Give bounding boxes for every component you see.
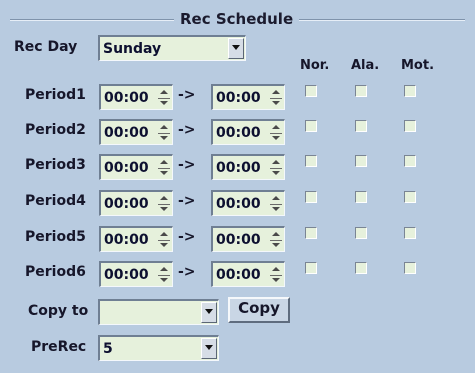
checkbox-normal[interactable]	[305, 191, 317, 203]
range-arrow: ->	[178, 122, 196, 138]
period-label: Period2	[25, 122, 86, 138]
checkbox-normal[interactable]	[305, 85, 317, 97]
spinner-icon[interactable]	[158, 159, 170, 176]
period-end-time[interactable]: 00:00	[211, 154, 285, 180]
period-end-value: 00:00	[216, 196, 261, 212]
spinner-icon[interactable]	[158, 124, 170, 141]
period-label: Period3	[25, 157, 86, 173]
rec-schedule-panel: Rec Schedule Rec Day Sunday Nor. Ala. Mo…	[0, 0, 475, 373]
period-label: Period1	[25, 87, 86, 103]
chevron-down-icon	[205, 345, 213, 350]
spinner-icon[interactable]	[270, 231, 282, 248]
prerec-value: 5	[103, 341, 113, 357]
period-end-time[interactable]: 00:00	[211, 226, 285, 252]
spinner-icon[interactable]	[270, 266, 282, 283]
period-start-time[interactable]: 00:00	[99, 226, 173, 252]
checkbox-alarm[interactable]	[355, 85, 367, 97]
period-end-value: 00:00	[216, 267, 261, 283]
period-start-time[interactable]: 00:00	[99, 190, 173, 216]
period-start-time[interactable]: 00:00	[99, 84, 173, 110]
copy-button[interactable]: Copy	[228, 297, 290, 323]
prerec-label: PreRec	[31, 339, 87, 355]
period-end-value: 00:00	[216, 232, 261, 248]
checkbox-motion[interactable]	[404, 155, 416, 167]
range-arrow: ->	[178, 157, 196, 173]
period-start-value: 00:00	[104, 196, 149, 212]
rec-day-value: Sunday	[103, 41, 162, 57]
period-end-value: 00:00	[216, 90, 261, 106]
spinner-icon[interactable]	[158, 89, 170, 106]
spinner-icon[interactable]	[158, 231, 170, 248]
checkbox-motion[interactable]	[404, 227, 416, 239]
spinner-icon[interactable]	[158, 195, 170, 212]
prerec-dropdown-button[interactable]	[201, 338, 217, 359]
range-arrow: ->	[178, 229, 196, 245]
checkbox-alarm[interactable]	[355, 155, 367, 167]
period-start-value: 00:00	[104, 232, 149, 248]
checkbox-motion[interactable]	[404, 262, 416, 274]
copy-to-dropdown-button[interactable]	[201, 302, 217, 323]
period-start-time[interactable]: 00:00	[99, 261, 173, 287]
period-label: Period4	[25, 193, 86, 209]
prerec-select[interactable]: 5	[98, 335, 219, 361]
period-end-time[interactable]: 00:00	[211, 190, 285, 216]
checkbox-motion[interactable]	[404, 120, 416, 132]
column-header-motion: Mot.	[401, 58, 435, 73]
period-start-value: 00:00	[104, 125, 149, 141]
column-header-alarm: Ala.	[351, 58, 380, 73]
checkbox-alarm[interactable]	[355, 262, 367, 274]
checkbox-alarm[interactable]	[355, 191, 367, 203]
chevron-down-icon	[205, 309, 213, 314]
copy-to-select[interactable]	[98, 299, 219, 325]
checkbox-alarm[interactable]	[355, 120, 367, 132]
copy-to-label: Copy to	[28, 303, 89, 319]
period-start-value: 00:00	[104, 267, 149, 283]
period-end-time[interactable]: 00:00	[211, 84, 285, 110]
period-label: Period5	[25, 229, 86, 245]
spinner-icon[interactable]	[270, 159, 282, 176]
rec-day-label: Rec Day	[14, 39, 78, 55]
spinner-icon[interactable]	[270, 89, 282, 106]
period-label: Period6	[25, 264, 86, 280]
spinner-icon[interactable]	[270, 195, 282, 212]
period-start-time[interactable]: 00:00	[99, 154, 173, 180]
period-end-value: 00:00	[216, 160, 261, 176]
spinner-icon[interactable]	[270, 124, 282, 141]
period-start-value: 00:00	[104, 90, 149, 106]
period-end-value: 00:00	[216, 125, 261, 141]
rec-day-dropdown-button[interactable]	[228, 38, 244, 59]
chevron-down-icon	[232, 45, 240, 50]
range-arrow: ->	[178, 193, 196, 209]
column-header-normal: Nor.	[300, 58, 330, 73]
range-arrow: ->	[178, 87, 196, 103]
checkbox-alarm[interactable]	[355, 227, 367, 239]
period-start-time[interactable]: 00:00	[99, 119, 173, 145]
spinner-icon[interactable]	[158, 266, 170, 283]
period-start-value: 00:00	[104, 160, 149, 176]
period-end-time[interactable]: 00:00	[211, 261, 285, 287]
checkbox-normal[interactable]	[305, 120, 317, 132]
checkbox-motion[interactable]	[404, 191, 416, 203]
rec-day-select[interactable]: Sunday	[98, 35, 246, 61]
checkbox-motion[interactable]	[404, 85, 416, 97]
checkbox-normal[interactable]	[305, 262, 317, 274]
checkbox-normal[interactable]	[305, 227, 317, 239]
period-end-time[interactable]: 00:00	[211, 119, 285, 145]
checkbox-normal[interactable]	[305, 155, 317, 167]
group-title: Rec Schedule	[174, 9, 300, 29]
range-arrow: ->	[178, 264, 196, 280]
